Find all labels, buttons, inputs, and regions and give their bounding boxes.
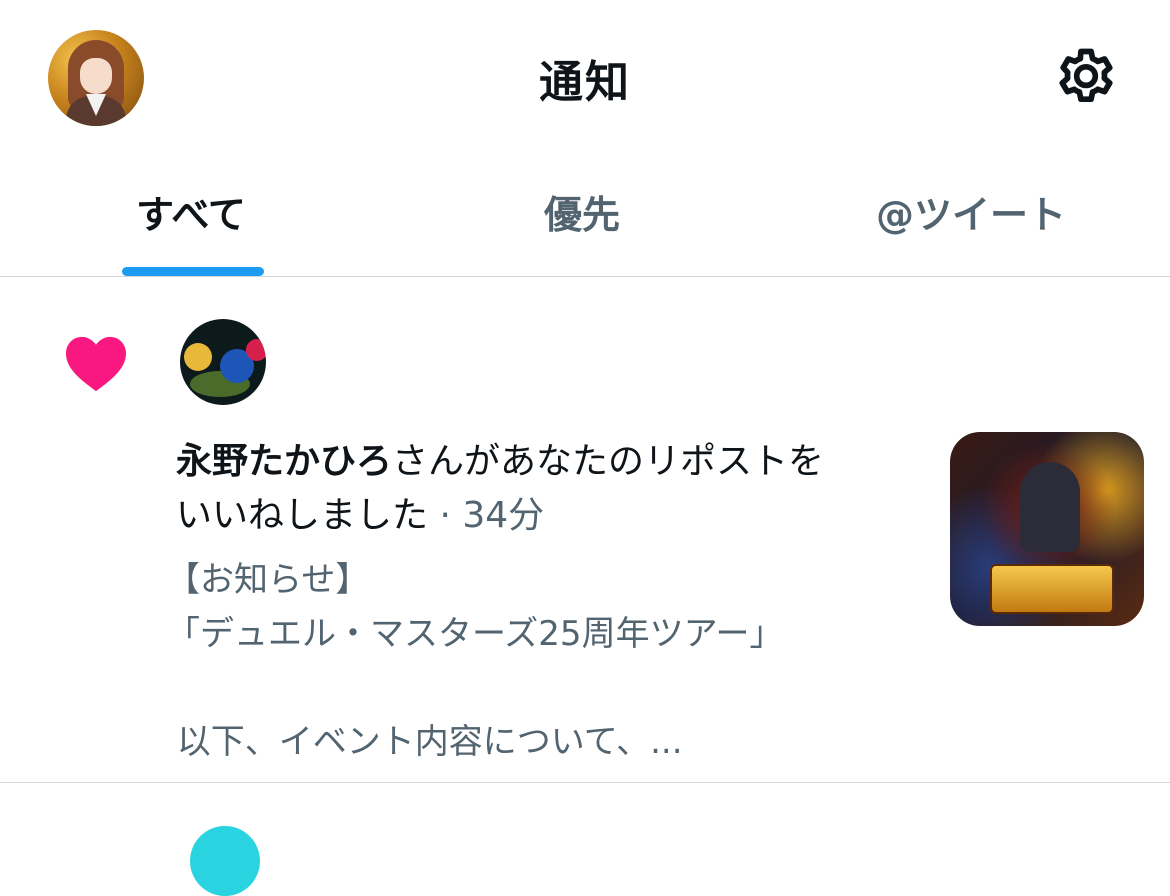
action-text-line1: さんがあなたのリポストを	[392, 441, 825, 482]
tab-all[interactable]: すべて	[136, 184, 246, 239]
thumbnail-figure	[1020, 462, 1080, 552]
post-thumbnail[interactable]	[950, 432, 1144, 626]
notification-summary: 永野たかひろさんがあなたのリポストを いいねしました · 34分	[176, 435, 896, 543]
liker-name[interactable]: 永野たかひろ	[176, 441, 392, 482]
next-notification-avatar[interactable]	[190, 826, 260, 896]
post-line: 以下、イベント内容について、...	[166, 722, 683, 762]
post-line: 【お知らせ】	[166, 560, 370, 600]
liker-avatar[interactable]	[180, 319, 266, 405]
page-title: 通知	[539, 57, 631, 108]
top-bar: 通知	[0, 0, 1170, 160]
tab-mentions[interactable]: @ツイート	[876, 184, 1066, 239]
timestamp: · 34分	[428, 495, 545, 536]
tab-priority[interactable]: 優先	[544, 184, 620, 239]
gear-icon[interactable]	[1050, 44, 1122, 116]
action-text-line2: いいねしました	[176, 495, 429, 536]
notification-tabs: すべて 優先 @ツイート	[0, 160, 1170, 277]
avatar-shape	[246, 339, 266, 361]
post-gap	[166, 661, 906, 715]
active-tab-indicator	[122, 267, 264, 276]
heart-icon	[66, 336, 126, 392]
notification-item[interactable]: 永野たかひろさんがあなたのリポストを いいねしました · 34分 【お知らせ】 …	[0, 277, 1170, 783]
avatar-shape	[184, 343, 212, 371]
post-line: 「デュエル・マスターズ25周年ツアー」	[166, 614, 784, 654]
thumbnail-logo	[990, 564, 1114, 614]
post-preview: 【お知らせ】 「デュエル・マスターズ25周年ツアー」 以下、イベント内容について…	[166, 553, 906, 769]
